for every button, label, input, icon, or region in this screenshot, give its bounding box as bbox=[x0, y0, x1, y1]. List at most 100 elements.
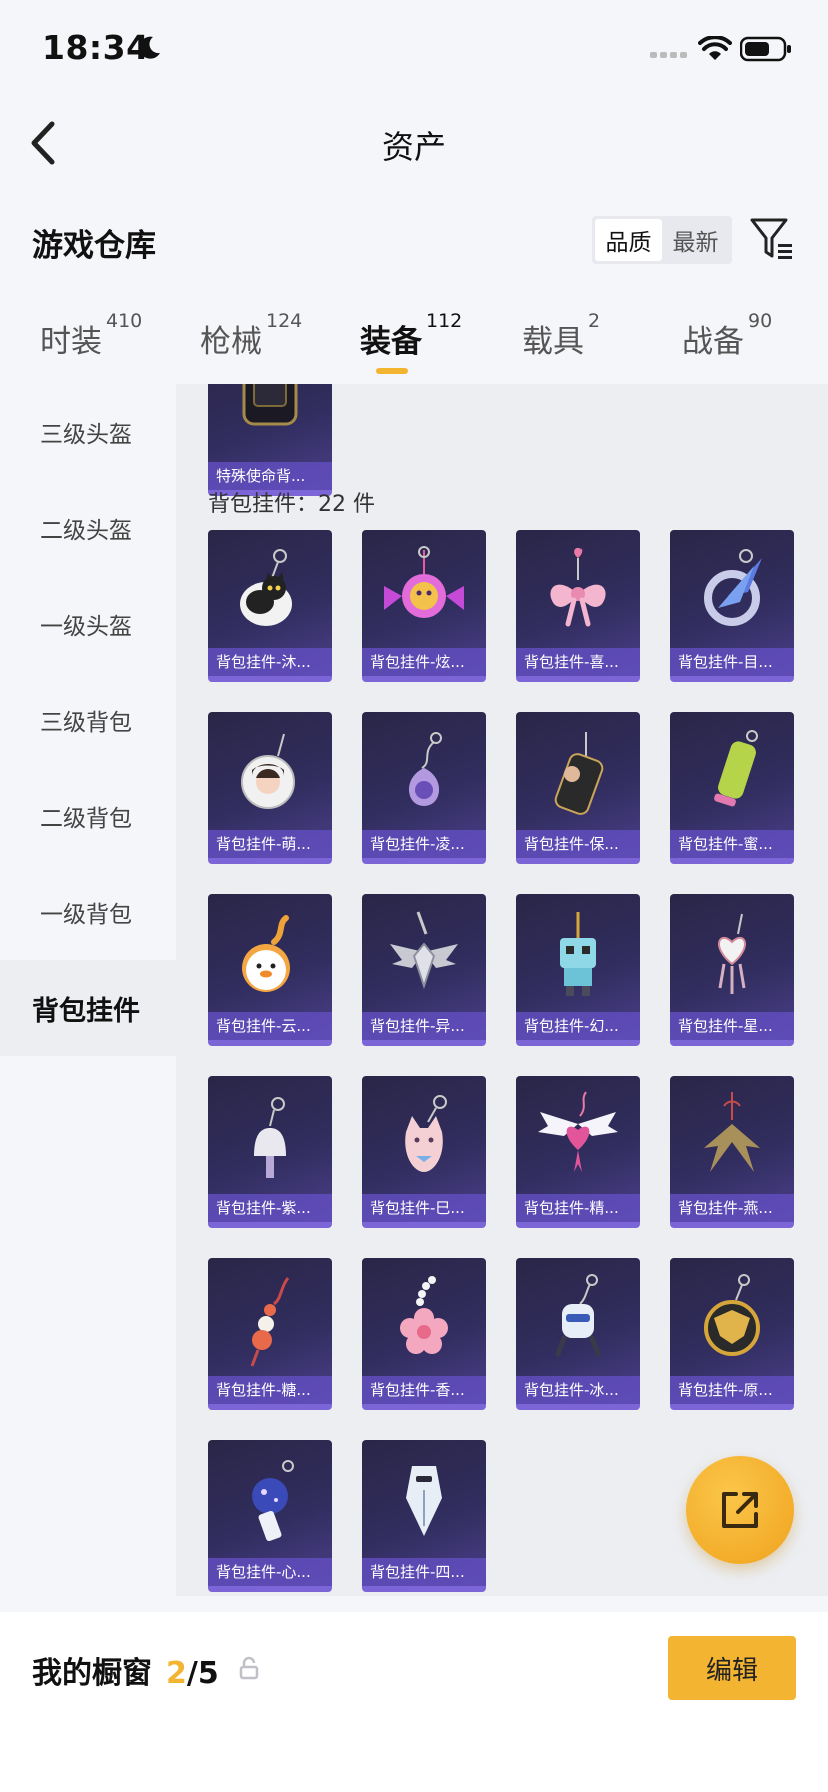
tab-label: 战备 bbox=[682, 324, 744, 360]
tab-label: 载具 bbox=[522, 324, 584, 360]
tab-label: 枪械 bbox=[200, 324, 262, 360]
showcase-label: 我的橱窗 2/5 bbox=[32, 1648, 219, 1692]
lock-icon bbox=[239, 1656, 259, 1680]
wing-emblem-icon bbox=[390, 911, 458, 990]
item-label: 背包挂件-星... bbox=[670, 1012, 794, 1040]
item-card[interactable]: 背包挂件-萌... bbox=[208, 712, 332, 864]
item-label: 背包挂件-沐... bbox=[208, 648, 332, 676]
showcase-max: 5 bbox=[197, 1656, 219, 1691]
item-label: 背包挂件-紫... bbox=[208, 1194, 332, 1222]
item-label: 背包挂件-原... bbox=[670, 1376, 794, 1404]
item-card[interactable]: 特殊使命背... bbox=[208, 384, 332, 496]
item-label: 背包挂件-精... bbox=[516, 1194, 640, 1222]
share-button[interactable] bbox=[686, 1456, 794, 1564]
sidebar-item-level2-backpack[interactable]: 二级背包 bbox=[0, 768, 176, 864]
candy-charm-icon bbox=[384, 546, 464, 618]
crescent-charm-icon bbox=[704, 549, 762, 626]
item-label: 背包挂件-异... bbox=[362, 1012, 486, 1040]
galaxy-orb-icon bbox=[252, 1460, 294, 1542]
sort-by-newest[interactable]: 最新 bbox=[662, 219, 729, 261]
status-time: 18:34 bbox=[42, 28, 150, 67]
mini-robot-icon bbox=[555, 1274, 601, 1357]
item-label: 背包挂件-糖... bbox=[208, 1376, 332, 1404]
tab-fashion[interactable]: 时装410 bbox=[40, 310, 142, 361]
item-card[interactable]: 背包挂件-巳... bbox=[362, 1076, 486, 1228]
fox-charm-icon bbox=[405, 1095, 447, 1172]
robot-charm-icon bbox=[560, 912, 596, 996]
sidebar-item-level3-helmet[interactable]: 三级头盔 bbox=[0, 384, 176, 480]
item-label: 背包挂件-心... bbox=[208, 1558, 332, 1586]
item-card[interactable]: 背包挂件-糖... bbox=[208, 1258, 332, 1410]
winged-heart-icon bbox=[538, 1091, 618, 1172]
signal-icon bbox=[650, 52, 687, 58]
item-card[interactable]: 背包挂件-目... bbox=[670, 530, 794, 682]
tab-vehicles[interactable]: 载具2 bbox=[522, 310, 600, 361]
item-label: 背包挂件-目... bbox=[670, 648, 794, 676]
item-card[interactable]: 背包挂件-幻... bbox=[516, 894, 640, 1046]
item-label: 背包挂件-四... bbox=[362, 1558, 486, 1586]
item-label: 背包挂件-喜... bbox=[516, 648, 640, 676]
item-card[interactable]: 背包挂件-原... bbox=[670, 1258, 794, 1410]
battery-icon bbox=[740, 36, 791, 62]
showcase-separator: / bbox=[186, 1656, 198, 1691]
item-card[interactable]: 背包挂件-保... bbox=[516, 712, 640, 864]
tab-count: 2 bbox=[588, 310, 601, 332]
page-title: 资产 bbox=[381, 128, 446, 166]
item-label: 背包挂件-香... bbox=[362, 1376, 486, 1404]
item-card[interactable]: 背包挂件-凌... bbox=[362, 712, 486, 864]
wifi-icon bbox=[698, 36, 732, 60]
item-card[interactable]: 背包挂件-心... bbox=[208, 1440, 332, 1592]
bow-charm-icon bbox=[550, 547, 606, 627]
filter-icon[interactable] bbox=[748, 214, 796, 262]
item-card[interactable]: 背包挂件-沐... bbox=[208, 530, 332, 682]
sidebar-item-backpack-charms[interactable]: 背包挂件 bbox=[0, 960, 176, 1056]
tab-count: 90 bbox=[748, 310, 773, 332]
status-bar: 18:34 bbox=[0, 0, 828, 100]
item-card[interactable]: 背包挂件-蜜... bbox=[670, 712, 794, 864]
item-card[interactable]: 背包挂件-炫... bbox=[362, 530, 486, 682]
moon-icon bbox=[139, 36, 160, 59]
item-card[interactable]: 背包挂件-燕... bbox=[670, 1076, 794, 1228]
item-label: 背包挂件-巳... bbox=[362, 1194, 486, 1222]
item-grid: 特殊使命背... 背包挂件：22 件 背包挂件-沐... 背包挂件-炫... 背… bbox=[176, 384, 828, 1596]
tab-label: 时装 bbox=[40, 324, 102, 360]
item-label: 背包挂件-萌... bbox=[208, 830, 332, 858]
sidebar-item-level1-backpack[interactable]: 一级背包 bbox=[0, 864, 176, 960]
sidebar-item-level2-helmet[interactable]: 二级头盔 bbox=[0, 480, 176, 576]
tab-supplies[interactable]: 战备90 bbox=[682, 310, 772, 361]
item-label: 背包挂件-保... bbox=[516, 830, 640, 858]
share-icon bbox=[722, 1492, 758, 1528]
nav-bar: 资产 bbox=[0, 100, 828, 190]
portrait-badge-icon bbox=[241, 733, 295, 809]
tab-count: 112 bbox=[426, 310, 463, 332]
tab-count: 124 bbox=[266, 310, 303, 332]
sidebar-item-level3-backpack[interactable]: 三级背包 bbox=[0, 672, 176, 768]
item-card[interactable]: 背包挂件-四... bbox=[362, 1440, 486, 1592]
popsicle-charm-icon bbox=[714, 730, 758, 807]
item-card[interactable]: 背包挂件-香... bbox=[362, 1258, 486, 1410]
tab-firearms[interactable]: 枪械124 bbox=[200, 310, 302, 361]
cat-charm-icon bbox=[240, 549, 292, 626]
item-label: 背包挂件-冰... bbox=[516, 1376, 640, 1404]
tab-equipment[interactable]: 装备112 bbox=[360, 310, 462, 361]
section-title: 游戏仓库 bbox=[32, 228, 156, 264]
showcase-title: 我的橱窗 bbox=[32, 1656, 152, 1691]
item-card[interactable]: 背包挂件-异... bbox=[362, 894, 486, 1046]
sort-by-quality[interactable]: 品质 bbox=[595, 219, 662, 261]
item-card[interactable]: 背包挂件-云... bbox=[208, 894, 332, 1046]
item-card[interactable]: 背包挂件-星... bbox=[670, 894, 794, 1046]
item-label: 背包挂件-蜜... bbox=[670, 830, 794, 858]
flower-charm-icon bbox=[400, 1276, 448, 1354]
group-heading: 背包挂件：22 件 bbox=[208, 492, 375, 517]
sidebar-item-level1-helmet[interactable]: 一级头盔 bbox=[0, 576, 176, 672]
category-tabs: 时装410 枪械124 装备112 载具2 战备90 bbox=[0, 310, 828, 380]
gourd-tassel-icon bbox=[250, 1277, 290, 1367]
item-label: 背包挂件-凌... bbox=[362, 830, 486, 858]
item-card[interactable]: 背包挂件-紫... bbox=[208, 1076, 332, 1228]
item-card[interactable]: 背包挂件-喜... bbox=[516, 530, 640, 682]
showcase-current: 2 bbox=[166, 1656, 187, 1691]
item-card[interactable]: 背包挂件-精... bbox=[516, 1076, 640, 1228]
sort-toggle: 品质 最新 bbox=[592, 216, 732, 264]
item-card[interactable]: 背包挂件-冰... bbox=[516, 1258, 640, 1410]
edit-button[interactable]: 编辑 bbox=[668, 1636, 796, 1700]
